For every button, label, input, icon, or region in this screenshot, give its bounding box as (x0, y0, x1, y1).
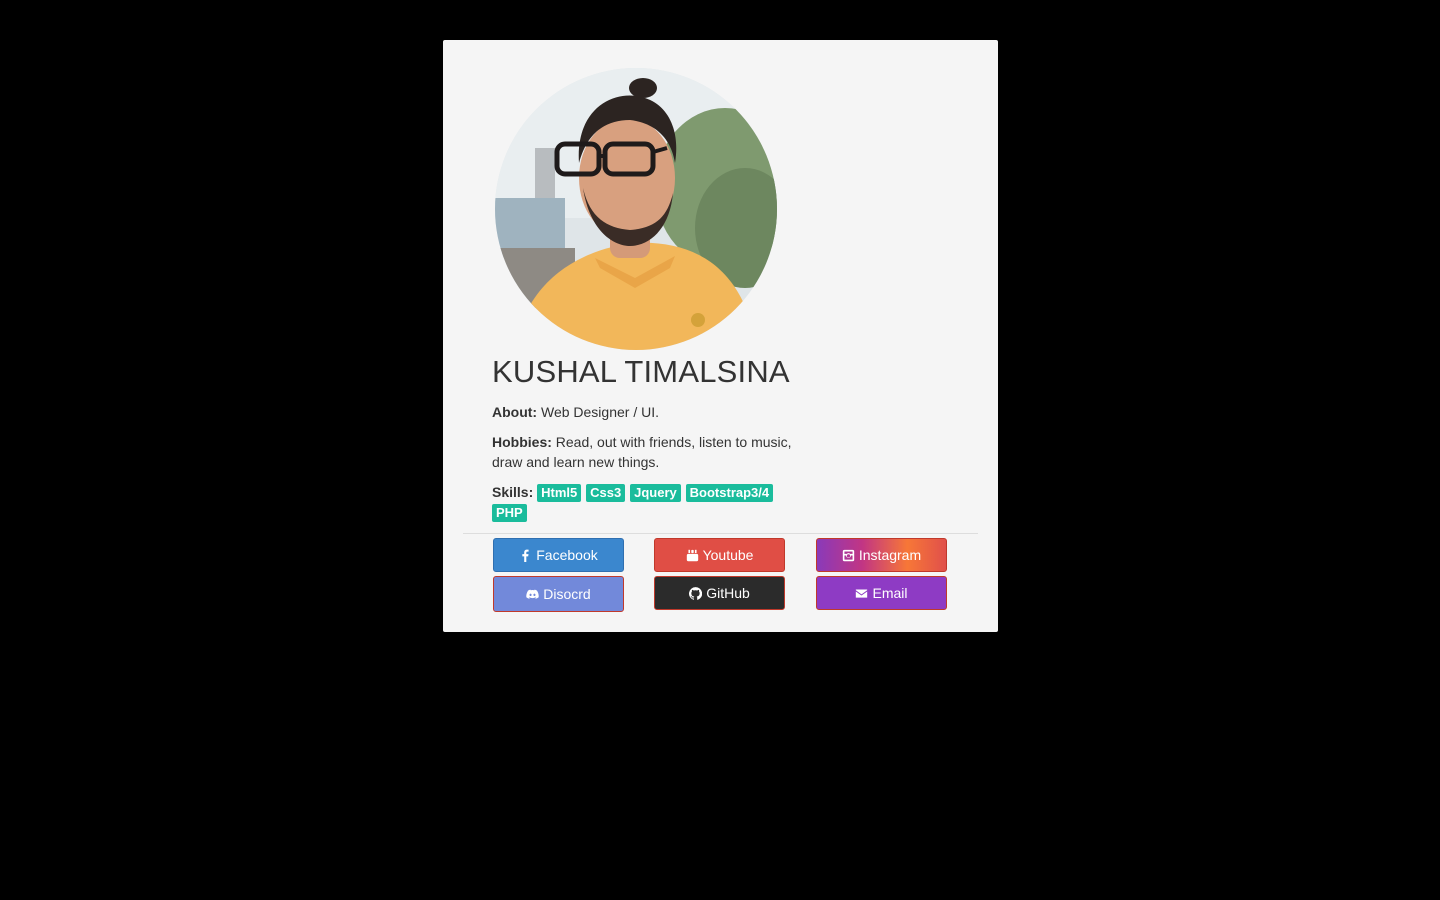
skill-badge-jquery: Jquery (630, 484, 681, 502)
youtube-label: Youtube (702, 547, 754, 563)
email-label: Email (872, 585, 908, 601)
skill-badge-html5: Html5 (537, 484, 582, 502)
skill-badge-css3: Css3 (586, 484, 626, 502)
github-label: GitHub (706, 585, 750, 601)
skill-badge-php: PHP (492, 504, 527, 522)
discord-icon (526, 589, 539, 599)
instagram-label: Instagram (858, 547, 922, 563)
profile-name: KUSHAL TIMALSINA (492, 354, 790, 389)
hobbies-line: Hobbies: Read, out with friends, listen … (492, 432, 792, 472)
about-label: About: (492, 404, 538, 420)
hobbies-label: Hobbies: (492, 434, 552, 450)
youtube-icon (686, 549, 698, 561)
about-text: Web Designer / UI. (540, 404, 659, 420)
envelope-icon (856, 588, 868, 598)
about-line: About: Web Designer / UI. (492, 402, 792, 422)
facebook-button[interactable]: Facebook (493, 538, 624, 572)
skills-label: Skills: (492, 484, 534, 500)
instagram-button[interactable]: Instagram (816, 538, 947, 572)
discord-label: Disocrd (543, 586, 591, 602)
email-button[interactable]: Email (816, 576, 947, 610)
facebook-icon (522, 549, 529, 562)
instagram-icon (842, 549, 855, 561)
youtube-button[interactable]: Youtube (654, 538, 785, 572)
github-icon (689, 586, 703, 600)
discord-button[interactable]: Disocrd (493, 576, 624, 612)
skill-badge-bootstrap: Bootstrap3/4 (685, 484, 774, 502)
profile-card: KUSHAL TIMALSINA About: Web Designer / U… (443, 40, 998, 632)
divider (463, 533, 978, 534)
github-button[interactable]: GitHub (654, 576, 785, 610)
facebook-label: Facebook (536, 547, 598, 563)
profile-avatar (495, 68, 777, 350)
skills-line: Skills: Html5 Css3 Jquery Bootstrap3/4 P… (492, 482, 792, 522)
